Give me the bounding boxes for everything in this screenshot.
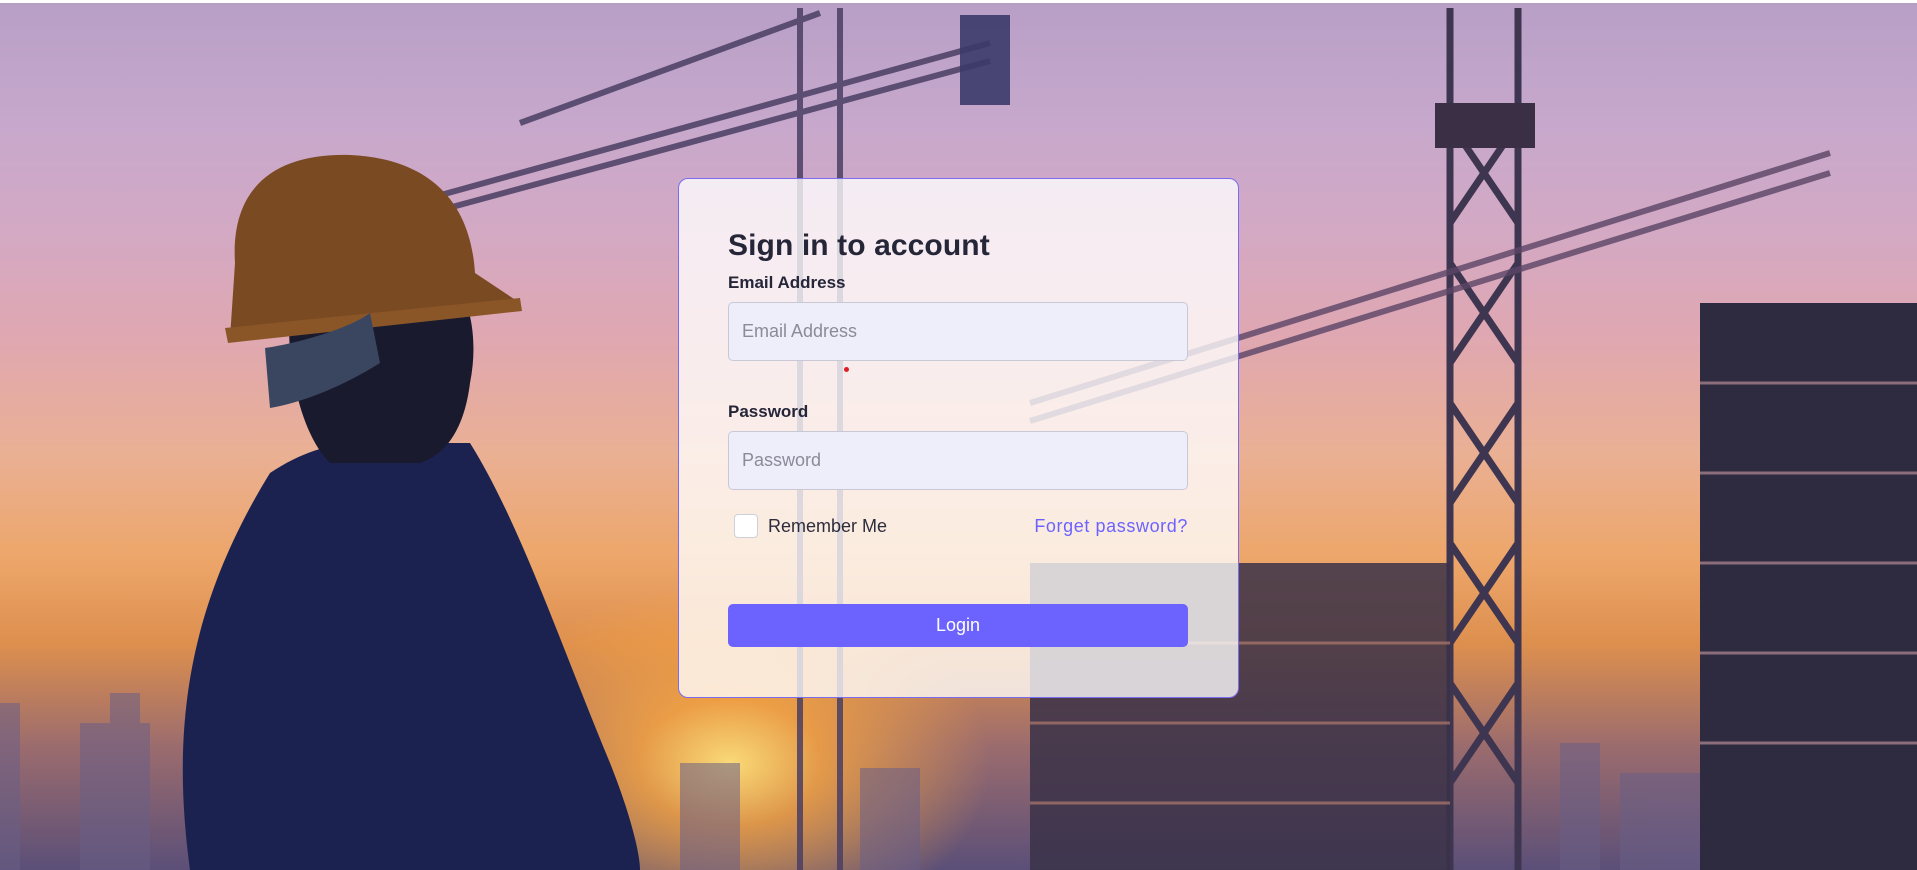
password-field[interactable] (728, 431, 1188, 490)
forgot-password-link[interactable]: Forget password? (1034, 516, 1188, 537)
crane-counterweight (960, 15, 1010, 105)
remember-me-control[interactable]: Remember Me (734, 514, 887, 538)
remember-me-checkbox[interactable] (734, 514, 758, 538)
worker-silhouette (182, 154, 640, 870)
password-label: Password (728, 402, 809, 421)
login-button[interactable]: Login (728, 604, 1188, 647)
validation-dot (844, 367, 849, 372)
login-title: Sign in to account (728, 229, 990, 262)
email-label: Email Address (728, 273, 846, 292)
remember-me-label: Remember Me (768, 515, 888, 536)
login-card: Sign in to account Email Address Passwor… (678, 178, 1239, 698)
email-field[interactable] (728, 302, 1188, 361)
crane-cab (1435, 103, 1535, 148)
